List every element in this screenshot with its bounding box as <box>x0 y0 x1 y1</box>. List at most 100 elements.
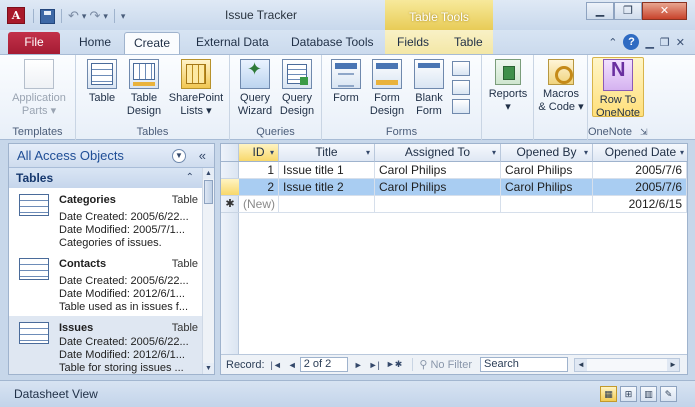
tab-create[interactable]: Create <box>124 32 181 54</box>
form-wizard-icon[interactable] <box>452 61 470 76</box>
next-record-icon[interactable]: ► <box>354 360 363 370</box>
cell-assigned-to[interactable]: Carol Philips <box>375 179 501 196</box>
close-button[interactable]: ✕ <box>642 2 687 20</box>
cell-title[interactable] <box>279 196 375 213</box>
scroll-left-icon[interactable]: ◄ <box>575 358 588 371</box>
cell-id[interactable]: 1 <box>239 162 279 179</box>
column-filter-dropdown-icon[interactable]: ▾ <box>680 144 684 161</box>
last-record-icon[interactable]: ►| <box>369 360 380 370</box>
nav-pane-header[interactable]: All Access Objects ▼ « <box>9 144 214 168</box>
table-row[interactable]: 1 Issue title 1 Carol Philips Carol Phil… <box>239 162 687 179</box>
current-record-input[interactable]: 2 of 2 <box>299 357 348 372</box>
row-to-onenote-button[interactable]: Row To OneNote <box>592 59 644 120</box>
cell-opened-by[interactable]: Carol Philips <box>501 179 593 196</box>
pivotchart-view-icon[interactable]: ▥ <box>640 386 657 402</box>
tab-home[interactable]: Home <box>70 32 120 54</box>
cell-opened-date[interactable]: 2005/7/6 <box>593 162 687 179</box>
restore-button[interactable]: ❐ <box>614 2 642 20</box>
tab-external-data[interactable]: External Data <box>187 32 278 54</box>
collapse-pane-icon[interactable]: « <box>199 144 206 167</box>
column-filter-dropdown-icon[interactable]: ▾ <box>366 144 370 161</box>
collapse-group-icon[interactable]: ⌃ <box>186 168 194 188</box>
scroll-down-icon[interactable]: ▼ <box>203 363 214 374</box>
record-selector[interactable] <box>221 162 239 179</box>
close-document-icon[interactable]: ✕ <box>676 36 685 49</box>
pivottable-view-icon[interactable]: ⊞ <box>620 386 637 402</box>
tab-table[interactable]: Table <box>445 32 492 54</box>
column-header-title[interactable]: Title ▾ <box>279 144 375 162</box>
group-label-queries: Queries <box>256 126 295 138</box>
filter-toggle[interactable]: ⚲ No Filter <box>412 358 472 371</box>
undo-dropdown-icon[interactable]: ▾ <box>82 11 87 22</box>
undo-icon[interactable]: ↶ <box>68 8 79 24</box>
cell-title[interactable]: Issue title 2 <box>279 179 375 196</box>
record-selector-current[interactable] <box>221 179 239 196</box>
redo-icon[interactable]: ↷ <box>89 8 100 24</box>
macros-code-button[interactable]: Macros & Code ▾ <box>536 59 586 114</box>
customize-qat-icon[interactable]: ▾ <box>121 11 126 22</box>
blank-form-button[interactable]: Blank Form <box>410 59 448 118</box>
tab-database-tools[interactable]: Database Tools <box>282 32 383 54</box>
first-record-icon[interactable]: |◄ <box>271 360 282 370</box>
cell-opened-by[interactable] <box>501 196 593 213</box>
nav-group-tables[interactable]: Tables ⌃ <box>9 168 204 188</box>
query-wizard-button[interactable]: Query Wizard <box>234 59 276 118</box>
cell-opened-date[interactable]: 2012/6/15 <box>593 196 687 213</box>
save-icon[interactable] <box>40 8 55 24</box>
access-app-icon[interactable]: A <box>7 7 25 24</box>
qat-separator <box>113 9 115 23</box>
cell-opened-by[interactable]: Carol Philips <box>501 162 593 179</box>
column-filter-dropdown-icon[interactable]: ▾ <box>584 144 588 161</box>
column-header-opened-date[interactable]: Opened Date ▾ <box>593 144 687 162</box>
search-input[interactable]: Search <box>480 357 569 372</box>
table-design-button[interactable]: Table Design <box>124 59 164 118</box>
cell-id[interactable]: 2 <box>239 179 279 196</box>
column-filter-dropdown-icon[interactable]: ▾ <box>270 144 274 161</box>
column-header-assigned-to[interactable]: Assigned To ▾ <box>375 144 501 162</box>
new-record-row[interactable]: (New) 2012/6/15 <box>239 196 687 213</box>
new-record-icon[interactable]: ►✱ <box>386 359 402 370</box>
reports-button[interactable]: Reports ▾ <box>486 59 530 114</box>
cell-assigned-to[interactable]: Carol Philips <box>375 162 501 179</box>
cell-assigned-to[interactable] <box>375 196 501 213</box>
redo-dropdown-icon[interactable]: ▾ <box>103 11 108 22</box>
column-header-opened-by[interactable]: Opened By ▾ <box>501 144 593 162</box>
tab-fields[interactable]: Fields <box>388 32 438 54</box>
nav-item-categories[interactable]: Categories Table Date Created: 2005/6/22… <box>9 188 204 253</box>
form-button[interactable]: Form <box>326 59 366 105</box>
form-design-button[interactable]: Form Design <box>366 59 408 118</box>
table-row[interactable]: 2 Issue title 2 Carol Philips Carol Phil… <box>239 179 687 196</box>
help-icon[interactable]: ? <box>623 34 640 50</box>
table-button[interactable]: Table <box>82 59 122 105</box>
cell-opened-date[interactable]: 2005/7/6 <box>593 179 687 196</box>
minimize-button[interactable]: ▁ <box>586 2 614 20</box>
column-header-id[interactable]: ID ▾ <box>239 144 279 162</box>
more-forms-icon[interactable] <box>452 99 470 114</box>
nav-item-contacts[interactable]: Contacts Table Date Created: 2005/6/22..… <box>9 252 204 317</box>
cell-title[interactable]: Issue title 1 <box>279 162 375 179</box>
previous-record-icon[interactable]: ◄ <box>288 360 297 370</box>
dialog-launcher-icon[interactable]: ⇲ <box>640 127 648 137</box>
minimize-ribbon-icon[interactable]: ⌃ <box>608 36 617 49</box>
title-bar: A ↶ ▾ ↷ ▾ ▾ Issue Tracker Table Tools ▁ … <box>0 0 695 30</box>
navigation-form-icon[interactable] <box>452 80 470 95</box>
minimize-document-icon[interactable]: ▁ <box>645 36 653 49</box>
nav-category-picker-icon[interactable]: ▼ <box>172 149 186 163</box>
scroll-thumb[interactable] <box>204 180 213 204</box>
column-filter-dropdown-icon[interactable]: ▾ <box>492 144 496 161</box>
tab-file[interactable]: File <box>8 32 60 54</box>
select-all-corner[interactable] <box>221 144 239 162</box>
design-view-icon[interactable]: ✎ <box>660 386 677 402</box>
datasheet-view-icon[interactable]: ▦ <box>600 386 617 402</box>
nav-pane-scrollbar[interactable]: ▲ ▼ <box>202 168 214 374</box>
cell-id-new[interactable]: (New) <box>239 196 279 213</box>
query-design-button[interactable]: Query Design <box>276 59 318 118</box>
horizontal-scrollbar[interactable]: ◄ ► <box>574 357 681 372</box>
sharepoint-lists-button[interactable]: SharePoint Lists ▾ <box>164 59 228 118</box>
nav-item-issues[interactable]: Issues Table Date Created: 2005/6/22... … <box>9 316 204 374</box>
scroll-right-icon[interactable]: ► <box>667 358 680 371</box>
restore-document-icon[interactable]: ❐ <box>660 36 670 49</box>
scroll-up-icon[interactable]: ▲ <box>203 168 214 179</box>
application-parts-button[interactable]: Application Parts ▾ <box>6 59 72 118</box>
new-record-marker-icon[interactable]: ✱ <box>221 196 239 213</box>
